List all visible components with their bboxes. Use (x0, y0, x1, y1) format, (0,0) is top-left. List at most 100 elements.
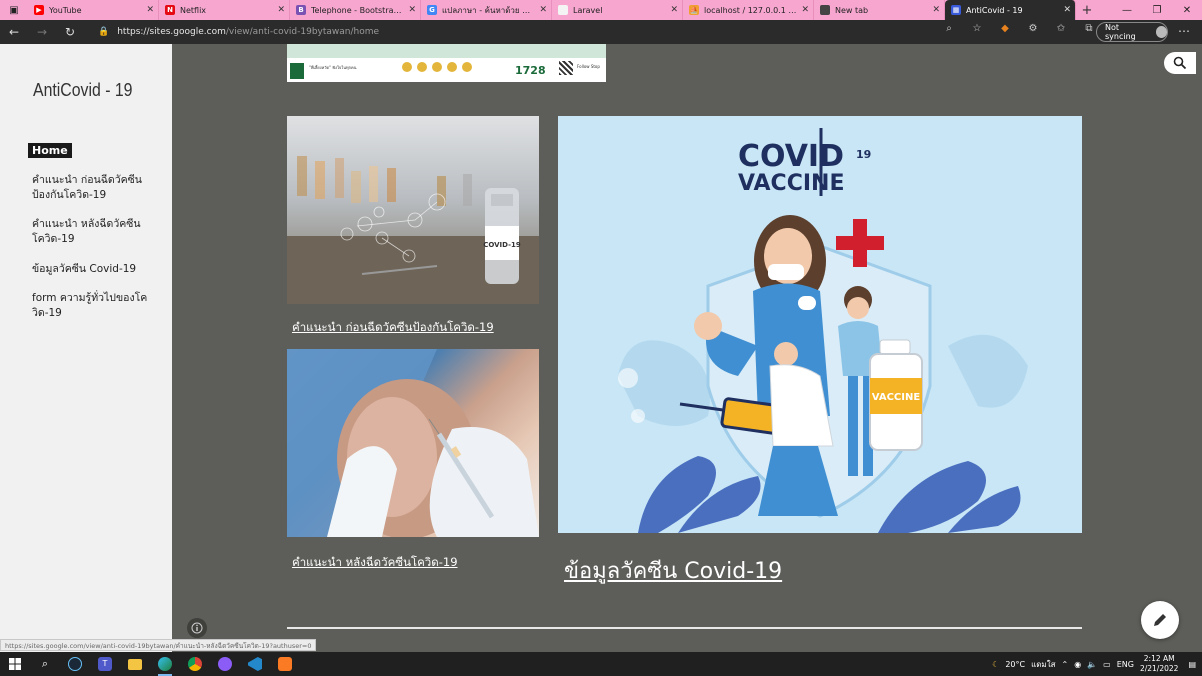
tab-favicon-icon: B (296, 5, 306, 15)
zoom-icon[interactable]: ⌕ (935, 23, 963, 34)
browser-tab[interactable]: Laravel ✕ (552, 0, 683, 20)
weather-temp[interactable]: 20°C (1005, 660, 1025, 669)
banner-image: "พี่เลี้ยงหวัด" ฟังใจในทุกคน 1728 Follow… (287, 44, 606, 82)
tab-favicon-icon: N (165, 5, 175, 15)
site-title[interactable]: AntiCovid - 19 (33, 80, 132, 101)
language-indicator[interactable]: ENG (1117, 660, 1134, 669)
card1-caption-link[interactable]: คำแนะนำ ก่อนฉีดวัคซีนป้องกันโควิด-19 (292, 319, 494, 337)
profile-avatar (1155, 26, 1167, 38)
weather-moon-icon[interactable]: ☾ (992, 660, 999, 669)
restore-icon[interactable]: ❐ (1142, 5, 1172, 16)
favorites-icon[interactable]: ✩ (1047, 23, 1075, 34)
card-image-vaccine-vials[interactable]: COVID-19 (287, 116, 539, 304)
taskbar-search-icon[interactable]: ⌕ (30, 652, 60, 676)
pencil-icon (1154, 614, 1166, 626)
display-icon[interactable]: ▭ (1103, 660, 1111, 669)
tab-favicon-icon: ⛵ (689, 5, 699, 15)
link-status-bar: https://sites.google.com/view/anti-covid… (0, 639, 317, 651)
tab-title: AntiCovid - 19 (966, 5, 1023, 15)
taskbar: ⌕ T ☾ 20°C แดมใส ⌃ ◉ 🔈 ▭ ENG 2:12 AM 2/2… (0, 652, 1202, 676)
tray-chevron-icon[interactable]: ⌃ (1062, 660, 1069, 669)
forward-icon[interactable]: → (28, 25, 56, 39)
tab-title: Laravel (573, 5, 603, 15)
sync-button[interactable]: Not syncing (1096, 22, 1168, 42)
tab-favicon-icon (820, 5, 830, 15)
extensions-icon[interactable]: ⚙ (1019, 23, 1047, 34)
card2-caption-link[interactable]: คำแนะนำ หลังฉีดวัคซีนโควิด-19 (292, 554, 458, 572)
clock[interactable]: 2:12 AM 2/21/2022 (1140, 654, 1178, 674)
browser-tab[interactable]: G แปลภาษา - ค้นหาด้วย Google ✕ (421, 0, 552, 20)
tab-strip: ▣ ▶ YouTube ✕ N Netflix ✕ B Telephone - Bootstr… (0, 0, 1202, 20)
tab-close-icon[interactable]: ✕ (1063, 5, 1071, 15)
browser-tab[interactable]: N Netflix ✕ (159, 0, 290, 20)
tab-close-icon[interactable]: ✕ (146, 5, 154, 15)
nav-item-after-vaccine[interactable]: คำแนะนำ หลังฉีดวัคซีนโควิด-19 (32, 217, 152, 247)
more-icon[interactable]: ⋯ (1178, 24, 1190, 38)
volume-icon[interactable]: 🔈 (1087, 660, 1097, 669)
github-icon[interactable] (210, 652, 240, 676)
tab-favicon-icon: ▶ (34, 5, 44, 15)
file-explorer-icon[interactable] (120, 652, 150, 676)
banner-hotline: 1728 (515, 64, 546, 77)
clock-date: 2/21/2022 (1139, 664, 1179, 673)
start-icon[interactable] (0, 652, 30, 676)
browser-tab[interactable]: B Telephone - Bootstrap Icons ✕ (290, 0, 421, 20)
system-tray: ☾ 20°C แดมใส ⌃ ◉ 🔈 ▭ ENG 2:12 AM 2/21/20… (992, 652, 1202, 676)
weather-desc[interactable]: แดมใส (1031, 658, 1055, 671)
nav-item-before-vaccine[interactable]: คำแนะนำ ก่อนฉีดวัคซีน ป้องกันโควิด-19 (32, 173, 152, 203)
extension-fox-icon[interactable]: ◆ (991, 23, 1019, 34)
tab-close-icon[interactable]: ✕ (277, 5, 285, 15)
tab-close-icon[interactable]: ✕ (408, 5, 416, 15)
vaccine-illustration[interactable]: COVID 19 VACCINE VACCINE (558, 116, 1082, 533)
tab-close-icon[interactable]: ✕ (539, 5, 547, 15)
favorite-add-icon[interactable]: ☆ (963, 23, 991, 34)
vaccine-bottle-label: VACCINE (872, 392, 921, 403)
lock-icon: 🔒 (98, 27, 110, 37)
browser-tab[interactable]: ⛵ localhost / 127.0.0.1 | phpMyAdmin ✕ (683, 0, 814, 20)
back-icon[interactable]: ← (0, 25, 28, 39)
network-icon[interactable]: ◉ (1074, 660, 1081, 669)
tab-title: แปลภาษา - ค้นหาด้วย Google (442, 5, 534, 15)
search-icon (1173, 56, 1187, 70)
tab-favicon-icon (558, 5, 568, 15)
big-caption-link[interactable]: ข้อมูลวัคซีน Covid-19 (564, 553, 782, 588)
tab-actions-icon[interactable]: ▣ (0, 0, 28, 20)
tab-favicon-icon: G (427, 5, 437, 15)
vscode-icon[interactable] (240, 652, 270, 676)
browser-tab[interactable]: ▦ AntiCovid - 19 ✕ (945, 0, 1076, 20)
url-field[interactable]: 🔒 https://sites.google.com/view/anti-cov… (92, 23, 952, 41)
edit-site-button[interactable] (1141, 601, 1179, 639)
site-search-button[interactable] (1164, 52, 1196, 74)
vaccine-title-line2: VACCINE (738, 171, 844, 196)
banner-follow-text: Follow Stop (577, 64, 600, 69)
tab-title: New tab (835, 5, 869, 15)
nav-item-vaccine-info[interactable]: ข้อมูลวัคซีน Covid-19 (32, 262, 152, 277)
tab-title: YouTube (49, 5, 82, 15)
minimize-icon[interactable]: — (1112, 5, 1142, 16)
new-tab-button[interactable]: + (1076, 0, 1098, 20)
banner-tagline: "พี่เลี้ยงหวัด" ฟังใจในทุกคน (309, 65, 357, 70)
window-controls: — ❐ ✕ (1112, 0, 1202, 20)
banner-logo (290, 63, 304, 79)
edge-icon[interactable] (150, 652, 180, 676)
refresh-icon[interactable]: ↻ (56, 25, 84, 39)
xampp-icon[interactable] (270, 652, 300, 676)
browser-tab[interactable]: New tab ✕ (814, 0, 945, 20)
browser-tab[interactable]: ▶ YouTube ✕ (28, 0, 159, 20)
tab-title: Telephone - Bootstrap Icons (311, 5, 404, 15)
notification-icon[interactable]: ▤ (1188, 660, 1196, 669)
vial-label: COVID-19 (483, 241, 521, 249)
chrome-icon[interactable] (180, 652, 210, 676)
nav-item-home[interactable]: Home (28, 143, 72, 158)
address-bar-row: ← → ↻ 🔒 https://sites.google.com/view/an… (0, 20, 1202, 44)
tab-close-icon[interactable]: ✕ (670, 5, 678, 15)
tab-close-icon[interactable]: ✕ (932, 5, 940, 15)
banner-qr-code (559, 61, 573, 75)
nav-item-form[interactable]: form ความรู้ทั่วไปของโควิด-19 (32, 291, 152, 321)
close-window-icon[interactable]: ✕ (1172, 5, 1202, 16)
steam-icon[interactable] (60, 652, 90, 676)
card-image-injection[interactable] (287, 349, 539, 537)
site-info-button[interactable] (187, 618, 207, 638)
teams-icon[interactable]: T (90, 652, 120, 676)
tab-close-icon[interactable]: ✕ (801, 5, 809, 15)
